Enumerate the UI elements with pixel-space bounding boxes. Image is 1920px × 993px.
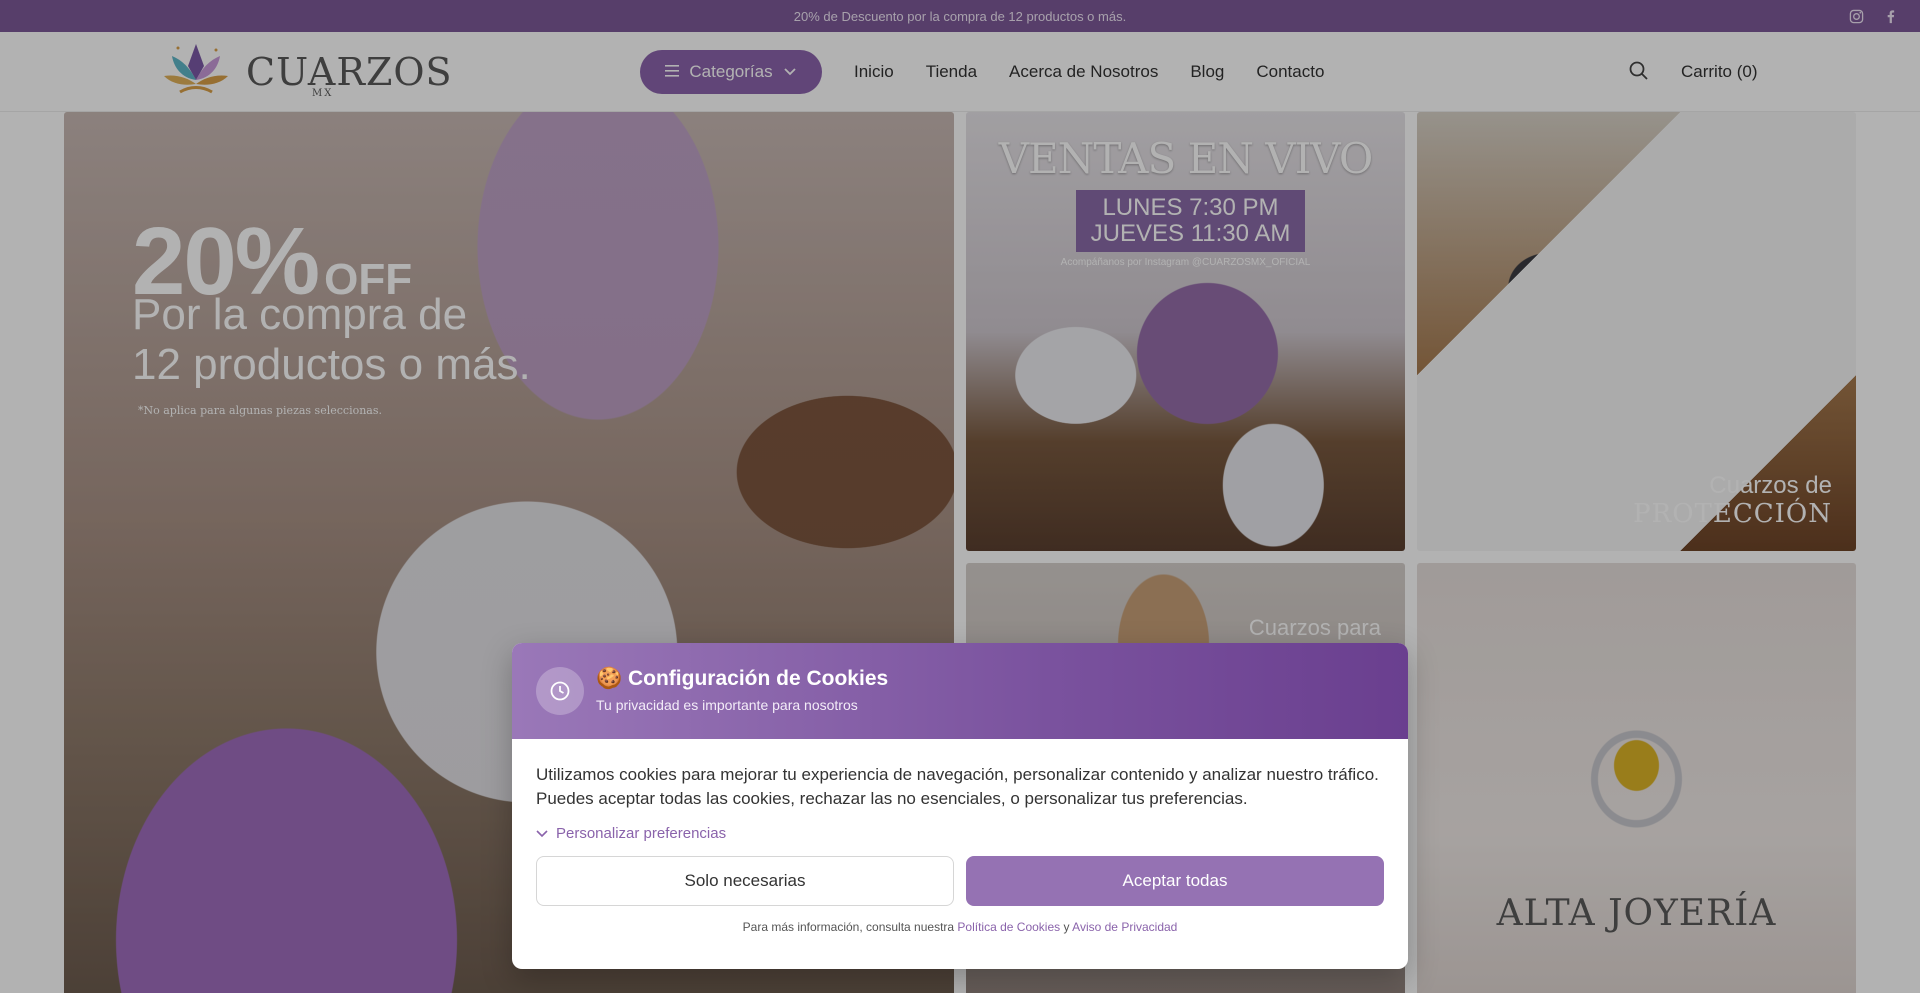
cookie-actions: Solo necesarias Aceptar todas (536, 856, 1384, 906)
cookie-footer-and: y (1060, 920, 1073, 934)
cookie-modal-body: Utilizamos cookies para mejorar tu exper… (512, 739, 1408, 934)
accept-all-button[interactable]: Aceptar todas (966, 856, 1384, 906)
customize-preferences-toggle[interactable]: Personalizar preferencias (536, 825, 1384, 842)
customize-preferences-label: Personalizar preferencias (556, 825, 727, 842)
cookie-modal-subtitle: Tu privacidad es importante para nosotro… (596, 697, 858, 713)
cookie-modal-title: 🍪 Configuración de Cookies (596, 667, 889, 690)
privacy-notice-link[interactable]: Aviso de Privacidad (1072, 920, 1177, 934)
cookie-footer: Para más información, consulta nuestra P… (536, 920, 1384, 934)
clock-icon (536, 667, 584, 715)
cookie-consent-modal: 🍪 Configuración de Cookies Tu privacidad… (512, 643, 1408, 969)
cookie-modal-header: 🍪 Configuración de Cookies Tu privacidad… (512, 643, 1408, 739)
cookie-footer-prefix: Para más información, consulta nuestra (742, 920, 958, 934)
only-necessary-button[interactable]: Solo necesarias (536, 856, 954, 906)
cookie-description: Utilizamos cookies para mejorar tu exper… (536, 765, 1379, 808)
cookie-policy-link[interactable]: Política de Cookies (957, 920, 1060, 934)
chevron-down-icon (536, 825, 548, 842)
